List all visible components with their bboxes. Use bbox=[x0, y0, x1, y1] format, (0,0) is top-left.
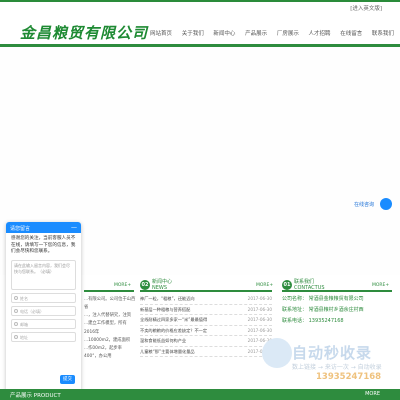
nav-item-message[interactable]: 在线留言 bbox=[340, 29, 362, 41]
message-panel: 请您留言 — 感谢您的关注，当前客服人员不在线，请填写一下您的信息，我们会尽快和… bbox=[6, 222, 81, 392]
news-item[interactable]: 儿童粮“那”主要体增量化量品 2017-06-30 bbox=[140, 347, 272, 357]
message-panel-intro: 感谢您的关注，当前客服人员不在线，请填写一下您的信息，我们会尽快和您联系。 bbox=[11, 236, 76, 255]
news-list: 神厂一粒，“粗粮”，还能迈向 2017-06-30 新基层一种粗粮与营养搭配 201… bbox=[140, 294, 272, 357]
about-rule bbox=[84, 290, 134, 292]
contact-section-number: 01 bbox=[282, 280, 292, 290]
contact-more-link[interactable]: MORE+ bbox=[372, 283, 389, 288]
product-section-title: 产品展示 PRODUCT bbox=[10, 393, 61, 399]
nav-item-about[interactable]: 关于我们 bbox=[182, 29, 204, 41]
news-more-link[interactable]: MORE+ bbox=[256, 283, 273, 288]
news-item[interactable]: 不卖的粮粮的价格应差缺定？不一定 2017-06-30 bbox=[140, 326, 272, 336]
product-more-link[interactable]: MORE bbox=[365, 391, 380, 397]
contact-rule bbox=[282, 290, 392, 292]
name-field[interactable]: 姓名 bbox=[11, 292, 76, 303]
top-bar: [进入英文版] bbox=[0, 0, 400, 12]
company-logo[interactable]: 金昌粮贸有限公司 bbox=[20, 22, 148, 43]
contact-address: 联系地址： 常酒县粮村乡酒余庄村西 bbox=[282, 307, 364, 313]
chat-icon[interactable] bbox=[380, 198, 392, 210]
news-section-number: 02 bbox=[140, 280, 150, 290]
nav-item-products[interactable]: 产品展示 bbox=[245, 29, 267, 41]
nav-item-factory[interactable]: 厂房展示 bbox=[277, 29, 299, 41]
floating-service-bar bbox=[380, 198, 392, 210]
phone-field[interactable]: 电话（必填） bbox=[11, 305, 76, 316]
contact-phone: 联系电话： 13935247168 bbox=[282, 318, 344, 324]
contact-info: 公司名称： 常酒县金粮粮贸有限公司 联系地址： 常酒县粮村乡酒余庄村西 联系电话… bbox=[282, 294, 392, 327]
watermark-emblem-icon bbox=[262, 338, 292, 368]
online-service-label[interactable]: 在线咨询 bbox=[354, 201, 374, 208]
nav-item-contact[interactable]: 联系我们 bbox=[372, 29, 394, 41]
message-panel-title: 请您留言 bbox=[10, 226, 31, 232]
main-nav: 网站首页 关于我们 新闻中心 产品展示 厂房展示 人才招聘 在线留言 联系我们 bbox=[150, 29, 394, 41]
location-icon bbox=[14, 334, 18, 339]
about-text: ...有限公司。公司位于山西省 ...，注入代替研究，注资 ...建立工作模型，… bbox=[84, 297, 136, 360]
english-version-link[interactable]: [进入英文版] bbox=[350, 4, 382, 12]
news-rule bbox=[140, 290, 272, 292]
minimize-icon[interactable]: — bbox=[71, 224, 77, 231]
message-textarea[interactable]: 请在此输入留言内容，我们会尽快与您联系。（必填） bbox=[11, 259, 76, 290]
nav-item-home[interactable]: 网站首页 bbox=[150, 29, 172, 41]
news-item[interactable]: 温和食能低益如何构产业 2017-06-30 bbox=[140, 336, 272, 347]
nav-item-jobs[interactable]: 人才招聘 bbox=[309, 29, 331, 41]
address-field[interactable]: 地址 bbox=[11, 331, 76, 342]
news-item[interactable]: 新基层一种粗粮与营养搭配 2017-06-30 bbox=[140, 305, 272, 315]
submit-button[interactable]: 提交 bbox=[60, 375, 75, 384]
news-item[interactable]: 全线耐精过四家多家一“米”最最值得 2017-06-30 bbox=[140, 315, 272, 326]
mail-icon bbox=[14, 321, 18, 326]
message-panel-header: 请您留言 — bbox=[6, 222, 81, 233]
phone-icon bbox=[14, 308, 18, 313]
product-section-bar: 产品展示 PRODUCT MORE bbox=[0, 389, 400, 400]
contact-company: 公司名称： 常酒县金粮粮贸有限公司 bbox=[282, 296, 364, 302]
nav-item-news[interactable]: 新闻中心 bbox=[213, 29, 235, 41]
watermark-logo: 自动秒收录 数上链接 → 来访一次 → 自动收录 13935247168 bbox=[262, 338, 400, 388]
news-item[interactable]: 神厂一粒，“粗粮”，还能迈向 2017-06-30 bbox=[140, 294, 272, 305]
about-more-link[interactable]: MORE+ bbox=[114, 283, 131, 288]
email-field[interactable]: 邮箱 bbox=[11, 318, 76, 329]
user-icon bbox=[14, 295, 18, 300]
